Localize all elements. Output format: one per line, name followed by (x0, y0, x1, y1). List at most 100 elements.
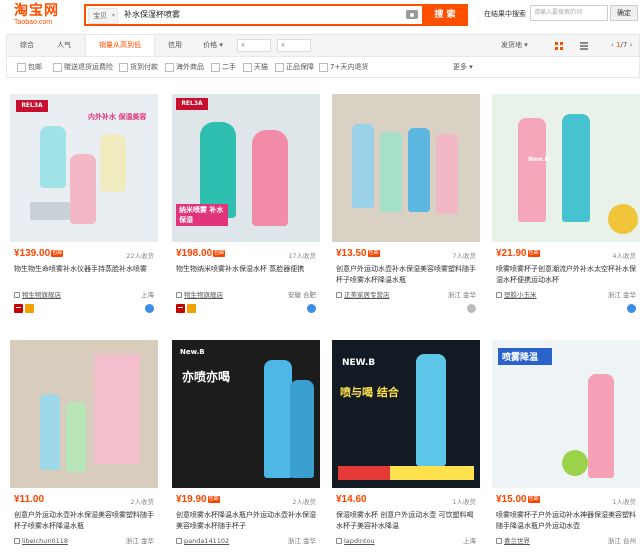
price-row: ¥14.60 1人收货 (336, 494, 476, 506)
price-to-input[interactable]: ¥ (277, 39, 311, 52)
price-row: ¥15.00 包邮 1人收货 (496, 494, 636, 506)
product-price: ¥198.00 (176, 248, 213, 259)
product-image[interactable]: NEW.B 喷与喝 结合 (332, 340, 480, 488)
filter-cod[interactable]: 货到付款 (119, 62, 158, 72)
sort-tab-credit[interactable]: 信用 (157, 35, 193, 56)
product-title[interactable]: 保湿喷雾水杯 创意户外运动水壶 可饮塑料喝水杯子美容补水降温 (336, 510, 476, 532)
camera-icon[interactable] (406, 10, 418, 19)
grid-view-icon[interactable] (555, 42, 563, 50)
sales-count: 4人收货 (612, 252, 636, 260)
shop-row: 正美家居专营店 浙江 金华 (336, 290, 476, 300)
in-results-input[interactable]: 请输入要搜索的词 (530, 5, 608, 21)
product-title[interactable]: 喷雾喷雾杯子创意潮流户外补水太空杯补水保湿水杯便携运动水杯 (496, 264, 636, 286)
shop-icon (336, 291, 342, 298)
product-image[interactable] (10, 340, 158, 488)
free-shipping-badge: 包邮 (367, 250, 380, 257)
product-title[interactable]: 创意户外运动水壶补水保湿美容喷雾塑料随手杯子喷雾水杯降温水瓶 (14, 510, 154, 532)
price-row: ¥11.00 2人收货 (14, 494, 154, 506)
search-category-label: 宝贝 (93, 12, 107, 20)
sales-count: 2人收货 (130, 498, 154, 506)
ship-from-select[interactable]: 发货地 ▾ (501, 35, 528, 56)
location: 上海 (141, 291, 154, 299)
product-image[interactable]: New.B 亦喷亦喝 (172, 340, 320, 488)
shop-icon (336, 537, 342, 544)
shop-row: 喜兰世界 浙江 台州 (496, 536, 636, 546)
shop-name[interactable]: 物生物旗舰店 (22, 291, 61, 299)
shop-row: panda141102 浙江 金华 (176, 536, 316, 546)
price-from-input[interactable]: ¥ (237, 39, 271, 52)
wangwang-chat-icon[interactable] (307, 304, 316, 313)
product-image[interactable]: REL3A 纳米喷雾 补水保湿 (172, 94, 320, 242)
location: 浙江 金华 (607, 291, 636, 299)
shop-icon (496, 537, 502, 544)
shop-icon (176, 537, 182, 544)
tmall-icon[interactable] (14, 304, 23, 313)
wangwang-chat-icon[interactable] (627, 304, 636, 313)
gold-seller-icon[interactable] (25, 304, 34, 313)
shop-row: 物生物旗舰店 安徽 合肥 (176, 290, 316, 300)
next-page-button[interactable]: › (630, 41, 633, 49)
shop-name[interactable]: libeichun0118 (22, 537, 68, 545)
shop-name[interactable]: 正美家居专营店 (344, 291, 390, 299)
pager: ‹ 1/7 › (611, 35, 632, 56)
product-price: ¥139.00 (14, 248, 51, 259)
sales-count: 17人收货 (288, 252, 316, 260)
logo-text: 淘宝网 (14, 3, 59, 19)
shop-name[interactable]: panda141102 (184, 537, 229, 545)
in-results-label: 在结果中搜索 (484, 10, 526, 18)
shop-name[interactable]: 塑胶小玉米 (504, 291, 537, 299)
in-results-button[interactable]: 确定 (610, 5, 638, 21)
prev-page-button[interactable]: ‹ (611, 41, 614, 49)
sales-count: 22人收货 (126, 252, 154, 260)
search-input[interactable]: 补水保湿杯喷雾 (124, 9, 180, 20)
free-shipping-badge: 包邮 (51, 250, 64, 257)
product-image[interactable]: 喷雾降温 (492, 340, 640, 488)
filter-genuine[interactable]: 正品保障 (275, 62, 314, 72)
taobao-logo[interactable]: 淘宝网 Taobao.com (14, 4, 64, 27)
filter-overseas[interactable]: 海外商品 (165, 62, 204, 72)
sort-tab-sales[interactable]: 销量从高到低 (85, 35, 155, 57)
sort-tab-price[interactable]: 价格 ▾ (195, 35, 231, 56)
service-icons (336, 304, 476, 314)
search-category-select[interactable]: 宝贝 ▾ (88, 8, 118, 24)
sort-tab-popularity[interactable]: 人气 (47, 35, 81, 56)
image-caption: 纳米喷雾 补水保湿 (176, 204, 228, 226)
more-filters-button[interactable]: 更多 ▾ (453, 62, 473, 72)
product-price: ¥13.50 (336, 248, 367, 259)
free-shipping-badge: 包邮 (207, 496, 220, 503)
filter-free-shipping[interactable]: 包邮 (17, 62, 42, 72)
image-caption: 亦喷亦喝 (182, 370, 231, 384)
product-image[interactable] (332, 94, 480, 242)
shop-name[interactable]: 喜兰世界 (504, 537, 530, 545)
sales-count: 2人收货 (292, 498, 316, 506)
tmall-icon[interactable] (176, 304, 185, 313)
top-header: 淘宝网 Taobao.com 宝贝 ▾ 补水保湿杯喷雾 搜 索 在结果中搜索 请… (0, 0, 640, 32)
gold-seller-icon[interactable] (187, 304, 196, 313)
price-row: ¥139.00 包邮 22人收货 (14, 248, 154, 260)
price-row: ¥13.50 包邮 7人收货 (336, 248, 476, 260)
shop-name[interactable]: 物生物旗舰店 (184, 291, 223, 299)
filter-7day-return[interactable]: 7+天内退货 (319, 62, 368, 72)
filter-return-insurance[interactable]: 赠送退货运费险 (53, 62, 113, 72)
location: 浙江 金华 (287, 537, 316, 545)
shop-icon (496, 291, 502, 298)
product-title[interactable]: 创意户外运动水壶补水保湿美容喷雾塑料随手杯子喷雾水杯降温水瓶 (336, 264, 476, 286)
search-button[interactable]: 搜 索 (422, 4, 468, 26)
product-title[interactable]: 物生物纳米喷雾补水保湿水杯 蒸脸器便携 (176, 264, 316, 275)
product-image[interactable]: New.B (492, 94, 640, 242)
filter-tmall[interactable]: 天猫 (243, 62, 268, 72)
sort-tab-default[interactable]: 综合 (11, 35, 43, 56)
shop-name[interactable]: lapdintou (344, 537, 375, 545)
chevron-down-icon: ▾ (111, 12, 115, 19)
filter-secondhand[interactable]: 二手 (211, 62, 236, 72)
product-image[interactable]: REL3A 内外补水 保湿美容 (10, 94, 158, 242)
wangwang-chat-icon[interactable] (145, 304, 154, 313)
image-caption: 喷雾降温 (498, 348, 552, 365)
filter-bar: 包邮 赠送退货运费险 货到付款 海外商品 二手 天猫 正品保障 7+天内退货 更… (6, 56, 640, 78)
product-price: ¥21.90 (496, 248, 527, 259)
product-title[interactable]: 喷雾喷雾杯子户外运动补水神器保湿美容塑料随手降温水瓶户外运动水壶 (496, 510, 636, 532)
product-title[interactable]: 物生物生命喷雾补水仪器手持蒸脸补水喷雾 (14, 264, 154, 275)
list-view-icon[interactable] (580, 42, 588, 50)
product-title[interactable]: 创意喷雾水杯降温水瓶户外运动水壶补水保湿美容喷雾水杯随手杯子 (176, 510, 316, 532)
wangwang-chat-icon[interactable] (467, 304, 476, 313)
